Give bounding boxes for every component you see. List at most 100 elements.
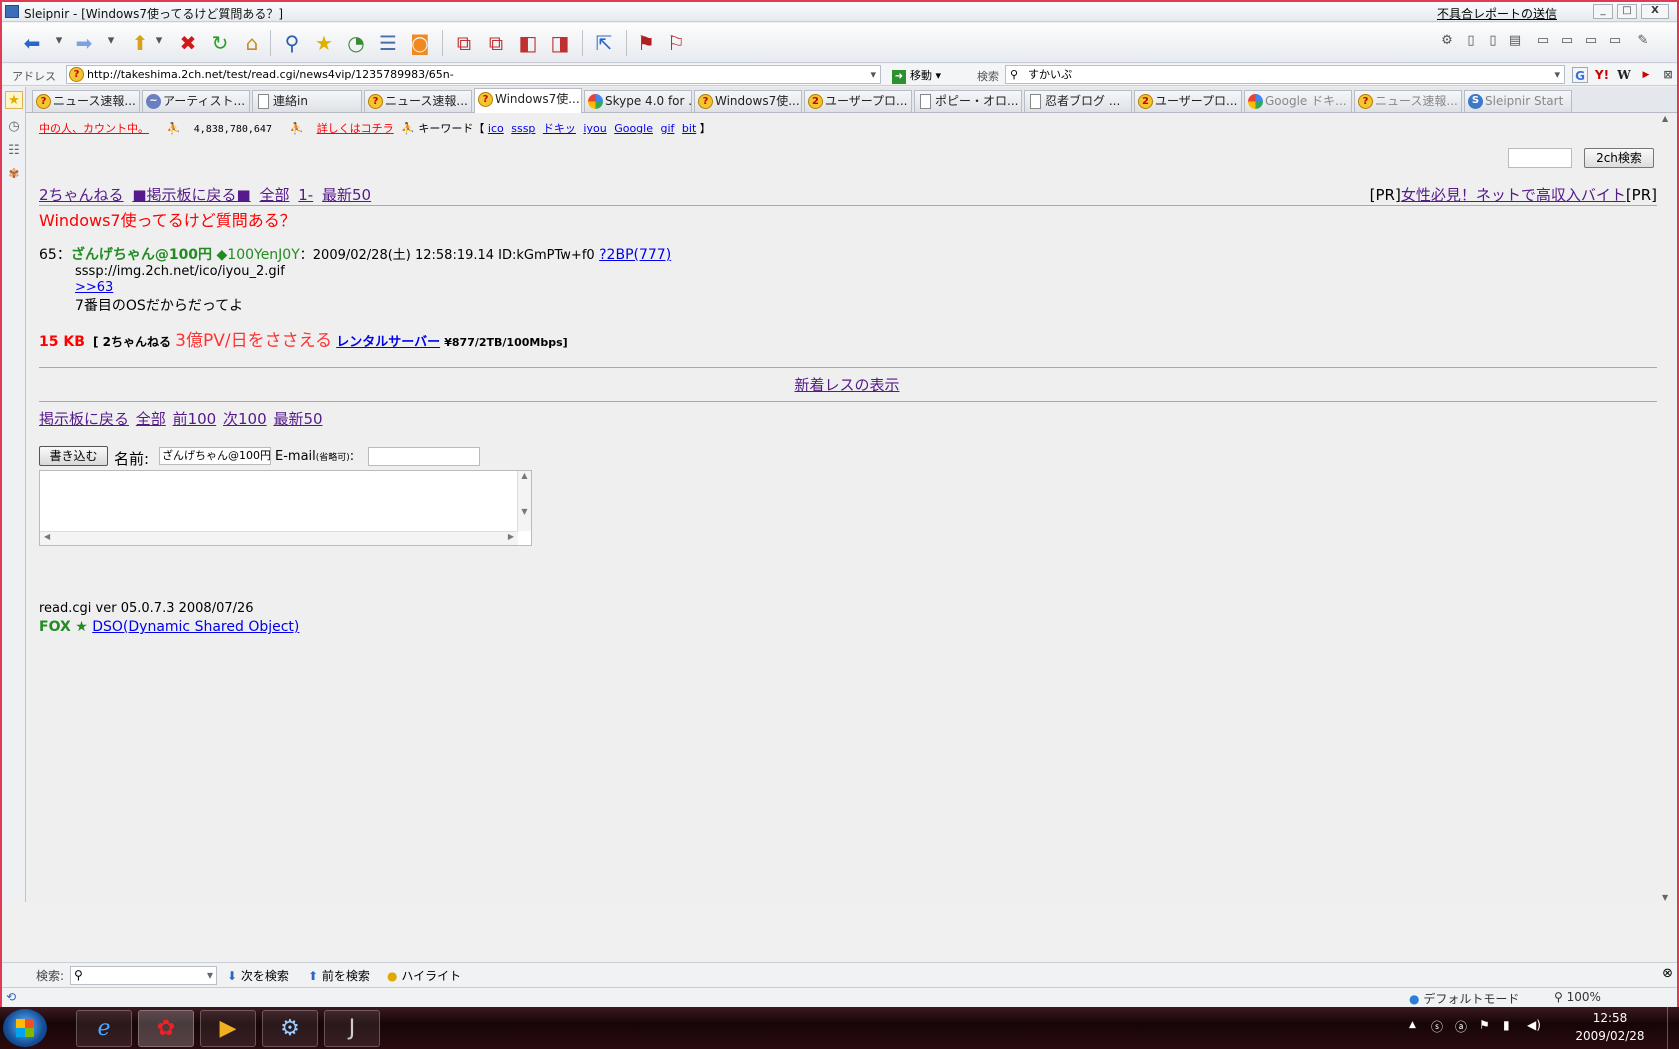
page-icon[interactable]: ▯ [1462,31,1480,51]
tray-expand-icon[interactable]: ▲ [1409,1020,1416,1030]
history-icon[interactable]: ◔ [342,29,370,57]
wikipedia-engine-icon[interactable]: W [1616,67,1632,83]
tree-icon[interactable]: ☰ [374,29,402,57]
be-link[interactable]: ?2BP(777) [599,247,671,263]
rss-icon[interactable]: ◙ [406,29,434,57]
mode-indicator[interactable]: ● デフォルトモード [1409,990,1519,1007]
url-input[interactable]: ? http://takeshima.2ch.net/test/read.cgi… [66,65,881,84]
anchor-link[interactable]: >>63 [75,280,113,295]
favorites-star-icon[interactable]: ★ [5,91,23,109]
show-desktop-button[interactable] [1667,1007,1679,1049]
volume-icon[interactable]: ◀) [1527,1018,1541,1032]
rental-server-link[interactable]: レンタルサーバー [336,335,440,350]
tab-windows7-active[interactable]: ? Windows7使... [474,88,582,113]
post-submit-button[interactable]: 書き込む [39,446,108,466]
close-right-tabs-icon[interactable]: ◨ [546,29,574,57]
bottom-all-link[interactable]: 全部 [136,410,166,428]
monitor-icon[interactable]: ▭ [1582,31,1600,51]
window-icon[interactable]: ▭ [1534,31,1552,51]
go-button[interactable]: ➜ 移動 ▾ [892,67,941,84]
network-signal-icon[interactable]: ▮ [1503,1018,1510,1032]
find-next-button[interactable]: ⬇ 次を検索 [227,967,289,984]
nav-1-link[interactable]: 1- [298,186,313,204]
nav-all-link[interactable]: 全部 [259,186,289,204]
forward-arrow-icon[interactable]: ➡ [70,29,98,57]
tab-renraku[interactable]: 連絡in [252,90,362,112]
highlight-button[interactable]: ● ハイライト [387,967,461,984]
tab-google-docs[interactable]: Google ドキ... [1244,90,1352,112]
media-player-taskbar-icon[interactable]: ▶ [200,1010,256,1047]
scroll-up-icon[interactable]: ▲ [1662,114,1668,123]
yahoo-engine-icon[interactable]: Y! [1594,67,1610,83]
find-prev-button[interactable]: ⬆ 前を検索 [308,967,370,984]
scroll-down-icon[interactable]: ▼ [1662,893,1668,902]
settings-gear-icon[interactable]: ⚙ [1438,31,1456,51]
details-link[interactable]: 詳しくはコチラ [317,122,394,135]
tab-userprofile2[interactable]: 2 ユーザープロ... [1134,90,1242,112]
name-input[interactable]: ざんげちゃん@100円 [159,447,271,465]
2ch-search-input[interactable] [1508,148,1572,168]
dso-link[interactable]: DSO(Dynamic Shared Object) [92,619,299,635]
bottom-back-link[interactable]: 掲示板に戻る [39,410,129,428]
message-textarea[interactable]: ▲ ▼ ◀ ▶ [39,470,532,546]
keyword-link[interactable]: ドキッ [543,122,576,135]
tab-skype[interactable]: Skype 4.0 for ... [584,90,692,112]
tab-userprofile1[interactable]: 2 ユーザープロ... [804,90,912,112]
pin-icon[interactable]: ✎ [1634,31,1652,51]
rss-feed-icon[interactable]: ✾ [5,165,23,183]
bug-report-link[interactable]: 不具合レポートの送信 [1437,5,1557,22]
forward-dropdown-icon[interactable]: ▾ [102,31,120,51]
textarea-hscroll[interactable]: ◀ ▶ [40,531,518,545]
clock-time[interactable]: 12:58 [1575,1011,1645,1025]
history-clock-icon[interactable]: ◷ [5,117,23,135]
keyword-link[interactable]: bit [682,122,696,135]
web-search-input[interactable]: ⚲ すかいぷ ▾ [1005,65,1565,84]
reload-icon[interactable]: ↻ [206,29,234,57]
network-app-taskbar-icon[interactable]: ⚙ [262,1010,318,1047]
ie-taskbar-icon[interactable]: e [76,1010,132,1047]
flag-icon[interactable]: ⚑ [632,29,660,57]
action-center-flag-icon[interactable]: ⚑ [1479,1018,1490,1032]
skype-tray-icon[interactable]: ⓢ [1431,1018,1443,1035]
tab-artist[interactable]: ~ アーティスト... [142,90,250,112]
search-dropdown-icon[interactable]: ▾ [1554,66,1560,83]
back-dropdown-icon[interactable]: ▾ [50,31,68,51]
find-input[interactable]: ⚲ ▾ [70,966,217,985]
stop-icon[interactable]: ✖ [174,29,202,57]
bottom-latest-link[interactable]: 最新50 [273,410,322,428]
home-icon[interactable]: ⌂ [238,29,266,57]
security-flag-icon[interactable]: ⚐ [662,29,690,57]
tree-view-icon[interactable]: ☷ [5,141,23,159]
close-other-tabs-icon[interactable]: ⧉ [482,29,510,57]
youtube-engine-icon[interactable]: ▶ [1638,67,1654,83]
engine-settings-icon[interactable]: ⊠ [1660,67,1676,83]
back-arrow-icon[interactable]: ⬅ [18,29,46,57]
sleipnir-taskbar-icon[interactable]: ✿ [138,1010,194,1047]
2ch-search-button[interactable]: 2ch検索 [1584,148,1654,168]
email-input[interactable] [368,447,480,466]
page-list-icon[interactable]: ▤ [1506,31,1524,51]
start-button[interactable] [3,1009,47,1047]
clock-date[interactable]: 2009/02/28 [1565,1029,1655,1043]
bottom-next-link[interactable]: 次100 [223,410,267,428]
tab-ninja-blog[interactable]: 忍者ブログ ... [1024,90,1132,112]
tab-poppy[interactable]: ポピー・オロ... [914,90,1022,112]
pr-link[interactable]: 女性必見！ネットで高収入バイト [1401,186,1626,204]
new-responses-link[interactable]: 新着レスの表示 [794,376,899,394]
close-find-icon[interactable]: ⊗ [1662,966,1673,981]
security-tray-icon[interactable]: ⓐ [1455,1018,1467,1035]
keyword-link[interactable]: iyou [583,122,606,135]
keyword-link[interactable]: gif [661,122,675,135]
close-window-button[interactable]: X [1641,4,1669,19]
tab-news3[interactable]: ? ニュース速報... [1354,90,1462,112]
monitor-alt-icon[interactable]: ▭ [1606,31,1624,51]
google-engine-icon[interactable]: G [1572,67,1588,83]
keyword-link[interactable]: Google [614,122,653,135]
window-split-icon[interactable]: ▭ [1558,31,1576,51]
counter-link[interactable]: 中の人、カウント中。 [39,122,149,135]
window-arrange-icon[interactable]: ⇱ [590,29,618,57]
java-app-taskbar-icon[interactable]: J [324,1010,380,1047]
maximize-button[interactable]: □ [1617,4,1637,19]
zoom-indicator[interactable]: ⚲ 100% [1554,990,1601,1004]
find-dropdown-icon[interactable]: ▾ [207,968,213,982]
